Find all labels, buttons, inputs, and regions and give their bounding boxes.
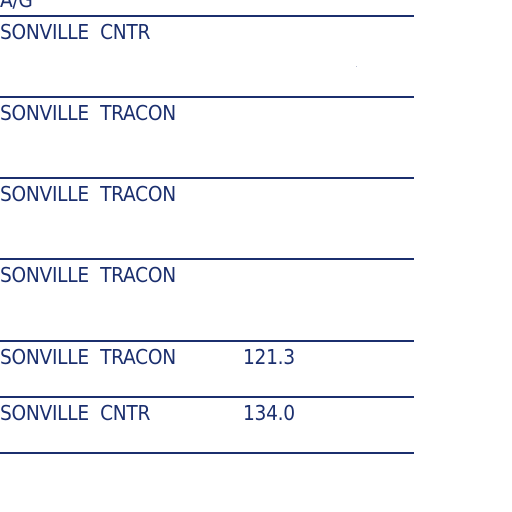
table-rule [0, 396, 414, 398]
print-speck [356, 66, 357, 67]
table-rule [0, 96, 414, 98]
column-header-ag: A/G [0, 0, 33, 12]
table-rule [0, 15, 414, 17]
entry-facility: SONVILLE TRACON [0, 263, 176, 287]
entry-facility: SONVILLE CNTR [0, 401, 151, 425]
frequency-table-page: A/G SONVILLE CNTR SONVILLE TRACON SONVIL… [0, 0, 512, 512]
entry-facility: SONVILLE CNTR [0, 20, 151, 44]
entry-frequency: 121.3 [243, 345, 295, 369]
entry-facility: SONVILLE TRACON [0, 345, 176, 369]
table-rule [0, 452, 414, 454]
table-rule [0, 177, 414, 179]
table-rule [0, 340, 414, 342]
entry-frequency: 134.0 [243, 401, 295, 425]
table-rule [0, 258, 414, 260]
entry-facility: SONVILLE TRACON [0, 182, 176, 206]
entry-facility: SONVILLE TRACON [0, 101, 176, 125]
